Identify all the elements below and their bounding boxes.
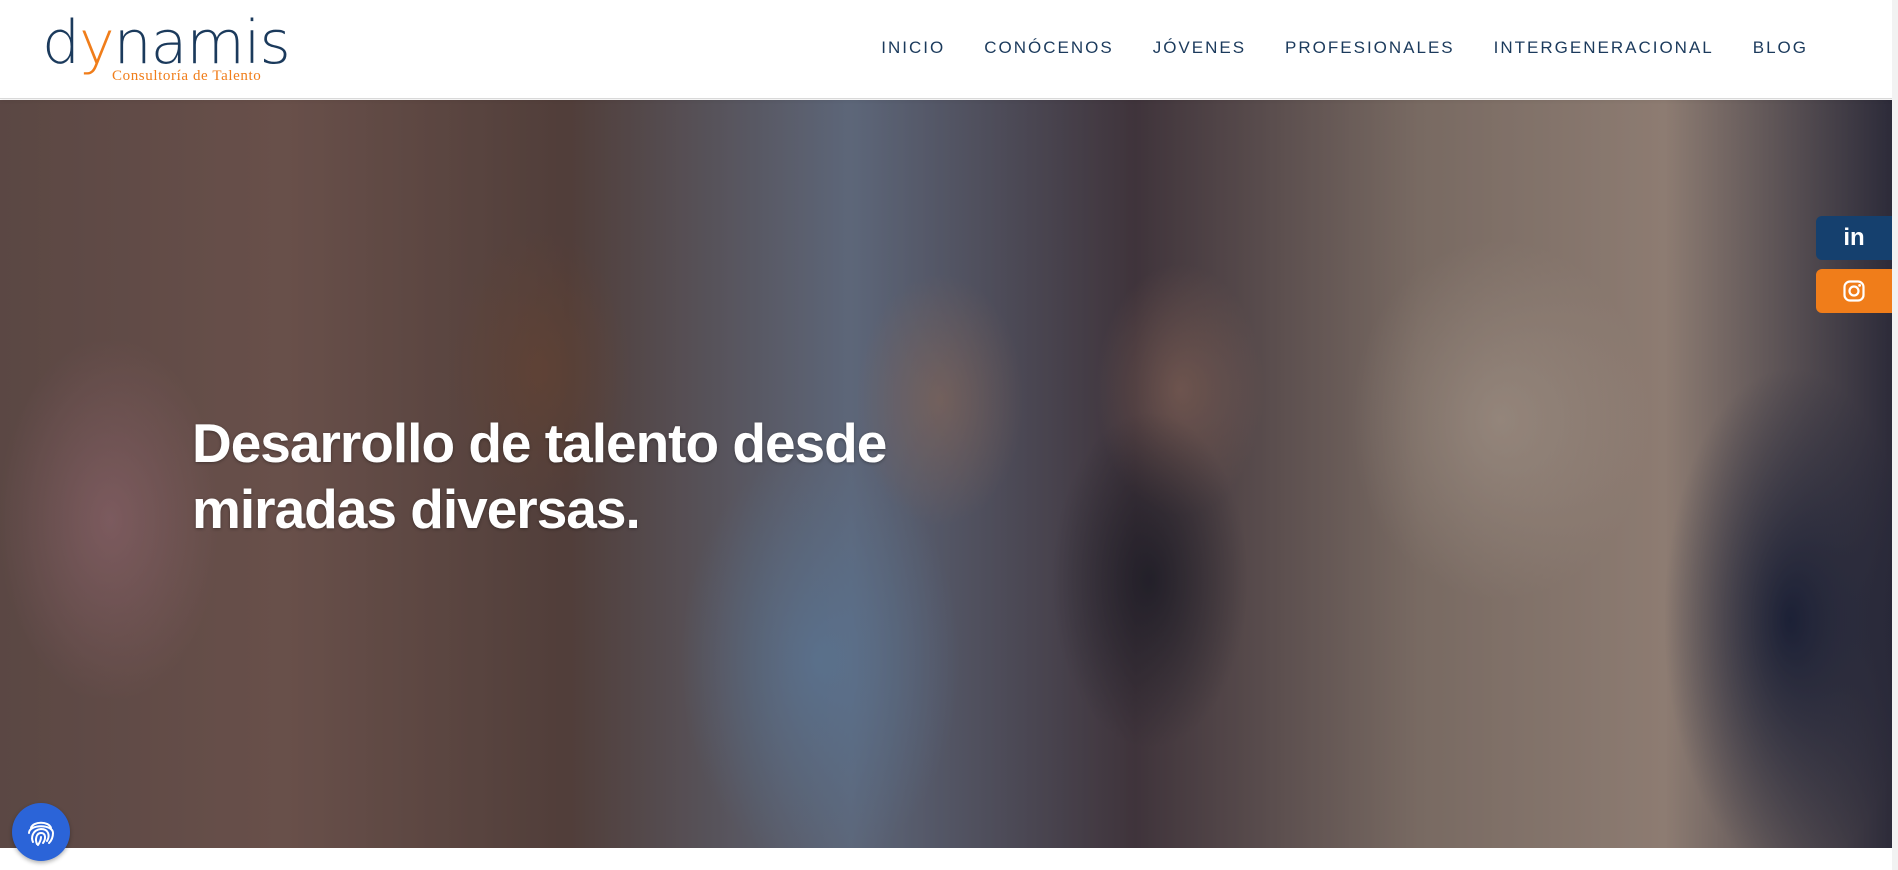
- site-logo[interactable]: dynamis Consultoría de Talento: [42, 12, 291, 87]
- linkedin-button[interactable]: in: [1816, 216, 1892, 260]
- linkedin-icon: in: [1843, 224, 1865, 251]
- nav-item-jovenes[interactable]: JÓVENES: [1153, 38, 1246, 58]
- logo-wordmark: dynamis: [42, 8, 291, 78]
- page-below-hero: [0, 848, 1892, 870]
- instagram-button[interactable]: [1816, 269, 1892, 313]
- hero-title: Desarrollo de talento desde miradas dive…: [192, 412, 887, 540]
- main-nav: INICIO CONÓCENOS JÓVENES PROFESIONALES I…: [881, 38, 1808, 58]
- fingerprint-icon: [28, 821, 55, 846]
- nav-item-inicio[interactable]: INICIO: [881, 38, 945, 58]
- hero-banner: Desarrollo de talento desde miradas dive…: [0, 100, 1892, 848]
- nav-item-profesionales[interactable]: PROFESIONALES: [1285, 38, 1455, 58]
- nav-item-blog[interactable]: BLOG: [1753, 38, 1808, 58]
- logo-tagline: Consultoría de Talento: [112, 68, 262, 84]
- accessibility-button[interactable]: [12, 803, 70, 861]
- nav-item-conocenos[interactable]: CONÓCENOS: [984, 38, 1113, 58]
- site-header: dynamis Consultoría de Talento INICIO CO…: [0, 0, 1898, 99]
- nav-item-intergeneracional[interactable]: INTERGENERACIONAL: [1494, 38, 1714, 58]
- page-scrollbar[interactable]: [1892, 0, 1898, 870]
- instagram-icon: [1843, 280, 1865, 302]
